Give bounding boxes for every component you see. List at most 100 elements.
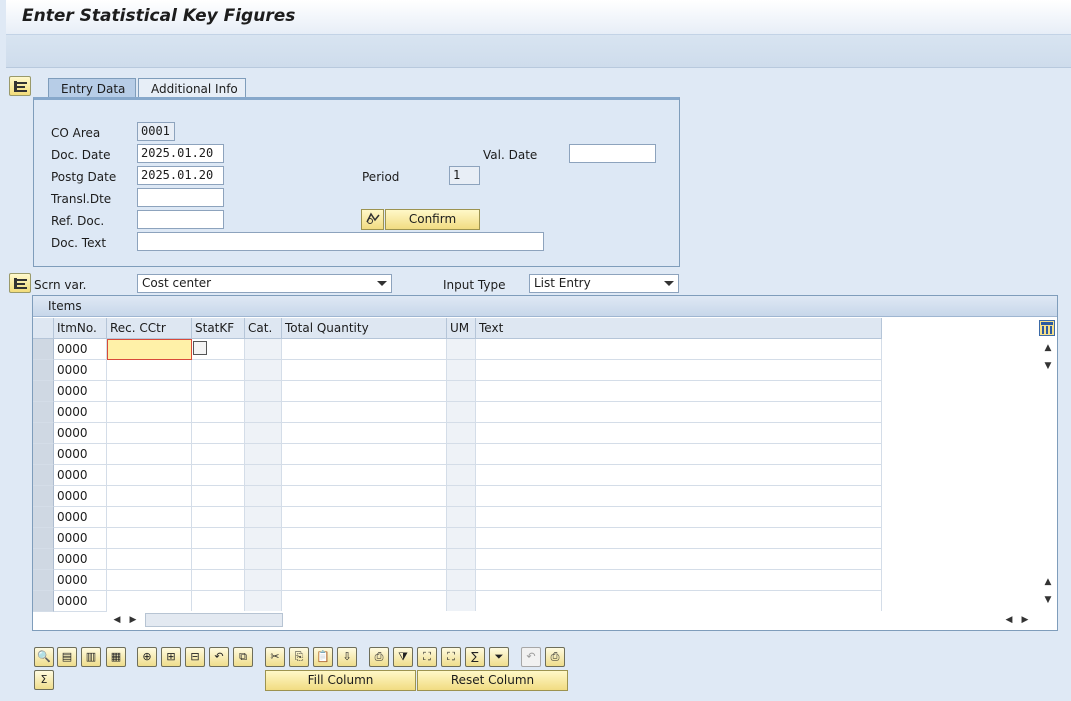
statkf-cell[interactable]	[192, 423, 245, 444]
scroll-up-icon[interactable]: ▲	[1042, 342, 1054, 354]
horizontal-scrollbar[interactable]: ◀ ▶ ◀ ▶	[107, 611, 1057, 629]
cat-cell[interactable]	[245, 465, 282, 486]
undo-disabled-icon[interactable]: ↶	[521, 647, 541, 667]
val-date-field[interactable]	[569, 144, 656, 163]
um-cell[interactable]	[447, 444, 476, 465]
cat-cell[interactable]	[245, 423, 282, 444]
sort-icon[interactable]: ⎙	[369, 647, 389, 667]
um-cell[interactable]	[447, 381, 476, 402]
cat-cell[interactable]	[245, 444, 282, 465]
scroll-down-icon[interactable]: ▼	[1042, 594, 1054, 606]
append-row-icon[interactable]: ⊞	[161, 647, 181, 667]
total-quantity-cell[interactable]	[282, 381, 447, 402]
um-cell[interactable]	[447, 360, 476, 381]
itmno-cell[interactable]: 0000	[54, 549, 107, 570]
itmno-cell[interactable]: 0000	[54, 444, 107, 465]
statkf-cell[interactable]	[192, 507, 245, 528]
um-cell[interactable]	[447, 465, 476, 486]
statkf-cell[interactable]	[192, 528, 245, 549]
column-header-rec-cctr[interactable]: Rec. CCtr	[107, 318, 192, 339]
itmno-cell[interactable]: 0000	[54, 360, 107, 381]
um-cell[interactable]	[447, 402, 476, 423]
scroll-down-icon[interactable]: ▼	[1042, 360, 1054, 372]
column-header-statkf[interactable]: StatKF	[192, 318, 245, 339]
find-icon[interactable]: ⛶	[417, 647, 437, 667]
row-selector[interactable]	[33, 402, 54, 423]
rec-cctr-cell[interactable]	[107, 444, 192, 465]
um-cell[interactable]	[447, 507, 476, 528]
period-field[interactable]: 1	[449, 166, 480, 185]
rec-cctr-cell[interactable]	[107, 339, 192, 360]
um-cell[interactable]	[447, 423, 476, 444]
details-icon[interactable]: 🔍	[34, 647, 54, 667]
row-selector[interactable]	[33, 591, 54, 612]
um-cell[interactable]	[447, 528, 476, 549]
select-all-icon[interactable]: ▤	[57, 647, 77, 667]
itmno-cell[interactable]: 0000	[54, 339, 107, 360]
column-header-total-quantity[interactable]: Total Quantity	[282, 318, 447, 339]
text-cell[interactable]	[476, 360, 882, 381]
doc-text-field[interactable]	[137, 232, 544, 251]
sum-icon[interactable]: Σ	[34, 670, 54, 690]
itmno-cell[interactable]: 0000	[54, 465, 107, 486]
tab-additional-info[interactable]: Additional Info	[138, 78, 246, 98]
text-cell[interactable]	[476, 402, 882, 423]
um-cell[interactable]	[447, 486, 476, 507]
total-quantity-cell[interactable]	[282, 444, 447, 465]
undo-icon[interactable]: ↶	[209, 647, 229, 667]
paste-append-icon[interactable]: ⇩	[337, 647, 357, 667]
find-next-icon[interactable]: ⛶	[441, 647, 461, 667]
itmno-cell[interactable]: 0000	[54, 423, 107, 444]
rec-cctr-cell[interactable]	[107, 402, 192, 423]
print-icon[interactable]: ⎙	[545, 647, 565, 667]
row-selector[interactable]	[33, 465, 54, 486]
scroll-thumb[interactable]	[145, 613, 283, 627]
column-header-cat[interactable]: Cat.	[245, 318, 282, 339]
total-quantity-cell[interactable]	[282, 339, 447, 360]
cat-cell[interactable]	[245, 507, 282, 528]
total-quantity-cell[interactable]	[282, 465, 447, 486]
cut-icon[interactable]: ✂	[265, 647, 285, 667]
select-all-cell[interactable]	[33, 318, 54, 339]
tab-entry-data[interactable]: Entry Data	[48, 78, 136, 98]
rec-cctr-cell[interactable]	[107, 381, 192, 402]
fill-column-button[interactable]: Fill Column	[265, 670, 416, 691]
row-selector[interactable]	[33, 423, 54, 444]
co-area-field[interactable]: 0001	[137, 122, 175, 141]
um-cell[interactable]	[447, 591, 476, 612]
text-cell[interactable]	[476, 381, 882, 402]
confirm-button[interactable]: Confirm	[385, 209, 480, 230]
itmno-cell[interactable]: 0000	[54, 570, 107, 591]
text-cell[interactable]	[476, 528, 882, 549]
cat-cell[interactable]	[245, 486, 282, 507]
ref-doc-field[interactable]	[137, 210, 224, 229]
paste-icon[interactable]: 📋	[313, 647, 333, 667]
cat-cell[interactable]	[245, 339, 282, 360]
cat-cell[interactable]	[245, 360, 282, 381]
total-quantity-cell[interactable]	[282, 528, 447, 549]
um-cell[interactable]	[447, 549, 476, 570]
row-selector[interactable]	[33, 549, 54, 570]
statkf-cell[interactable]	[192, 570, 245, 591]
row-selector[interactable]	[33, 570, 54, 591]
column-header-text[interactable]: Text	[476, 318, 882, 339]
um-cell[interactable]	[447, 339, 476, 360]
total-quantity-cell[interactable]	[282, 570, 447, 591]
rec-cctr-cell[interactable]	[107, 507, 192, 528]
insert-row-icon[interactable]: ⊕	[137, 647, 157, 667]
text-cell[interactable]	[476, 549, 882, 570]
total-quantity-cell[interactable]	[282, 402, 447, 423]
doc-date-field[interactable]: 2025.01.20	[137, 144, 224, 163]
input-type-dropdown[interactable]: List Entry	[529, 274, 679, 293]
scroll-left-icon[interactable]: ◀	[111, 614, 123, 626]
delete-row-icon[interactable]: ⊟	[185, 647, 205, 667]
cat-cell[interactable]	[245, 549, 282, 570]
vertical-scrollbar[interactable]: ▲ ▼ ▲ ▼	[1040, 340, 1056, 610]
rec-cctr-cell[interactable]	[107, 570, 192, 591]
statkf-cell[interactable]	[192, 591, 245, 612]
text-cell[interactable]	[476, 339, 882, 360]
text-cell[interactable]	[476, 570, 882, 591]
filter-icon[interactable]: ⏷	[489, 647, 509, 667]
total-quantity-cell[interactable]	[282, 549, 447, 570]
total-quantity-cell[interactable]	[282, 507, 447, 528]
